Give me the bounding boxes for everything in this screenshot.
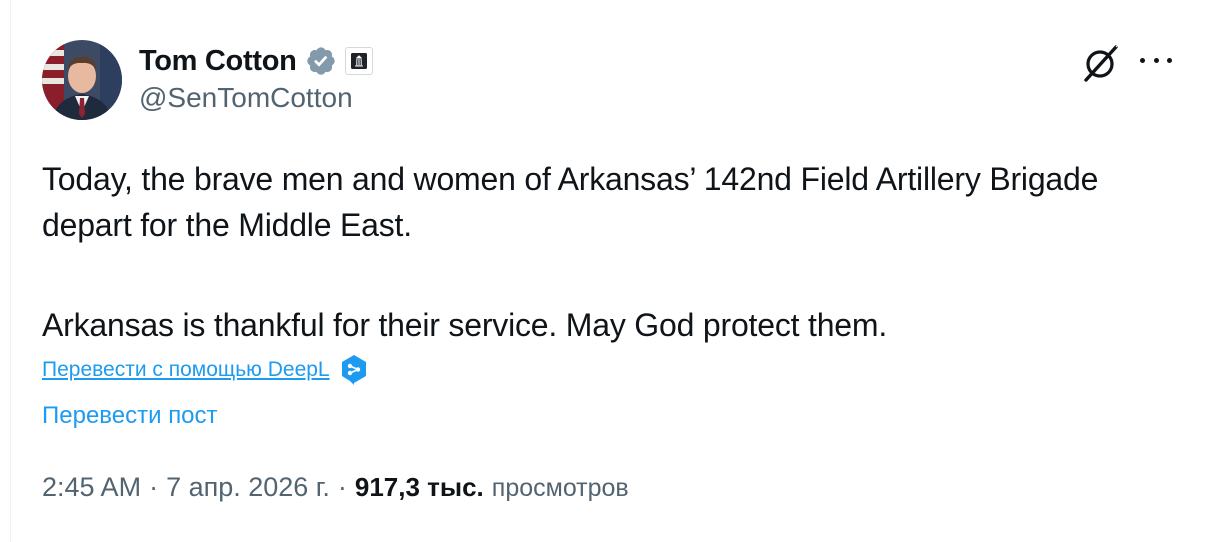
author-display-name[interactable]: Tom Cotton (139, 45, 297, 78)
government-badge-icon[interactable] (344, 47, 373, 75)
tweet-paragraph: Today, the brave men and women of Arkans… (42, 161, 1099, 243)
views-label: просмотров (491, 474, 629, 502)
tweet-date[interactable]: 7 апр. 2026 г. (166, 472, 330, 503)
more-options-icon[interactable] (1140, 44, 1172, 76)
meta-separator: · (149, 472, 159, 502)
meta-separator: · (337, 472, 347, 502)
deepl-translate-link[interactable]: Перевести с помощью DeepL (42, 358, 330, 382)
dot-icon (1153, 57, 1159, 63)
dot-icon (1140, 57, 1145, 63)
author-name-row: Tom Cotton (139, 42, 373, 80)
translate-post-link[interactable]: Перевести пост (42, 402, 218, 430)
tweet-meta: 2:45 AM · 7 апр. 2026 г. · 917,3 тыс. пр… (42, 472, 629, 503)
grok-icon[interactable] (1080, 42, 1122, 84)
dot-icon (1167, 57, 1172, 63)
left-border (10, 0, 11, 542)
views-count[interactable]: 917,3 тыс. (355, 472, 484, 503)
tweet-paragraph: Arkansas is thankful for their service. … (42, 307, 888, 343)
deepl-logo-icon[interactable] (340, 354, 368, 386)
tweet-time[interactable]: 2:45 AM (42, 472, 141, 503)
deepl-translate-row: Перевести с помощью DeepL (42, 354, 368, 386)
avatar[interactable] (42, 40, 122, 120)
tweet-text: Today, the brave men and women of Arkans… (42, 156, 1162, 348)
verified-badge-icon[interactable] (305, 45, 337, 77)
author-handle[interactable]: @SenTomCotton (139, 82, 353, 114)
